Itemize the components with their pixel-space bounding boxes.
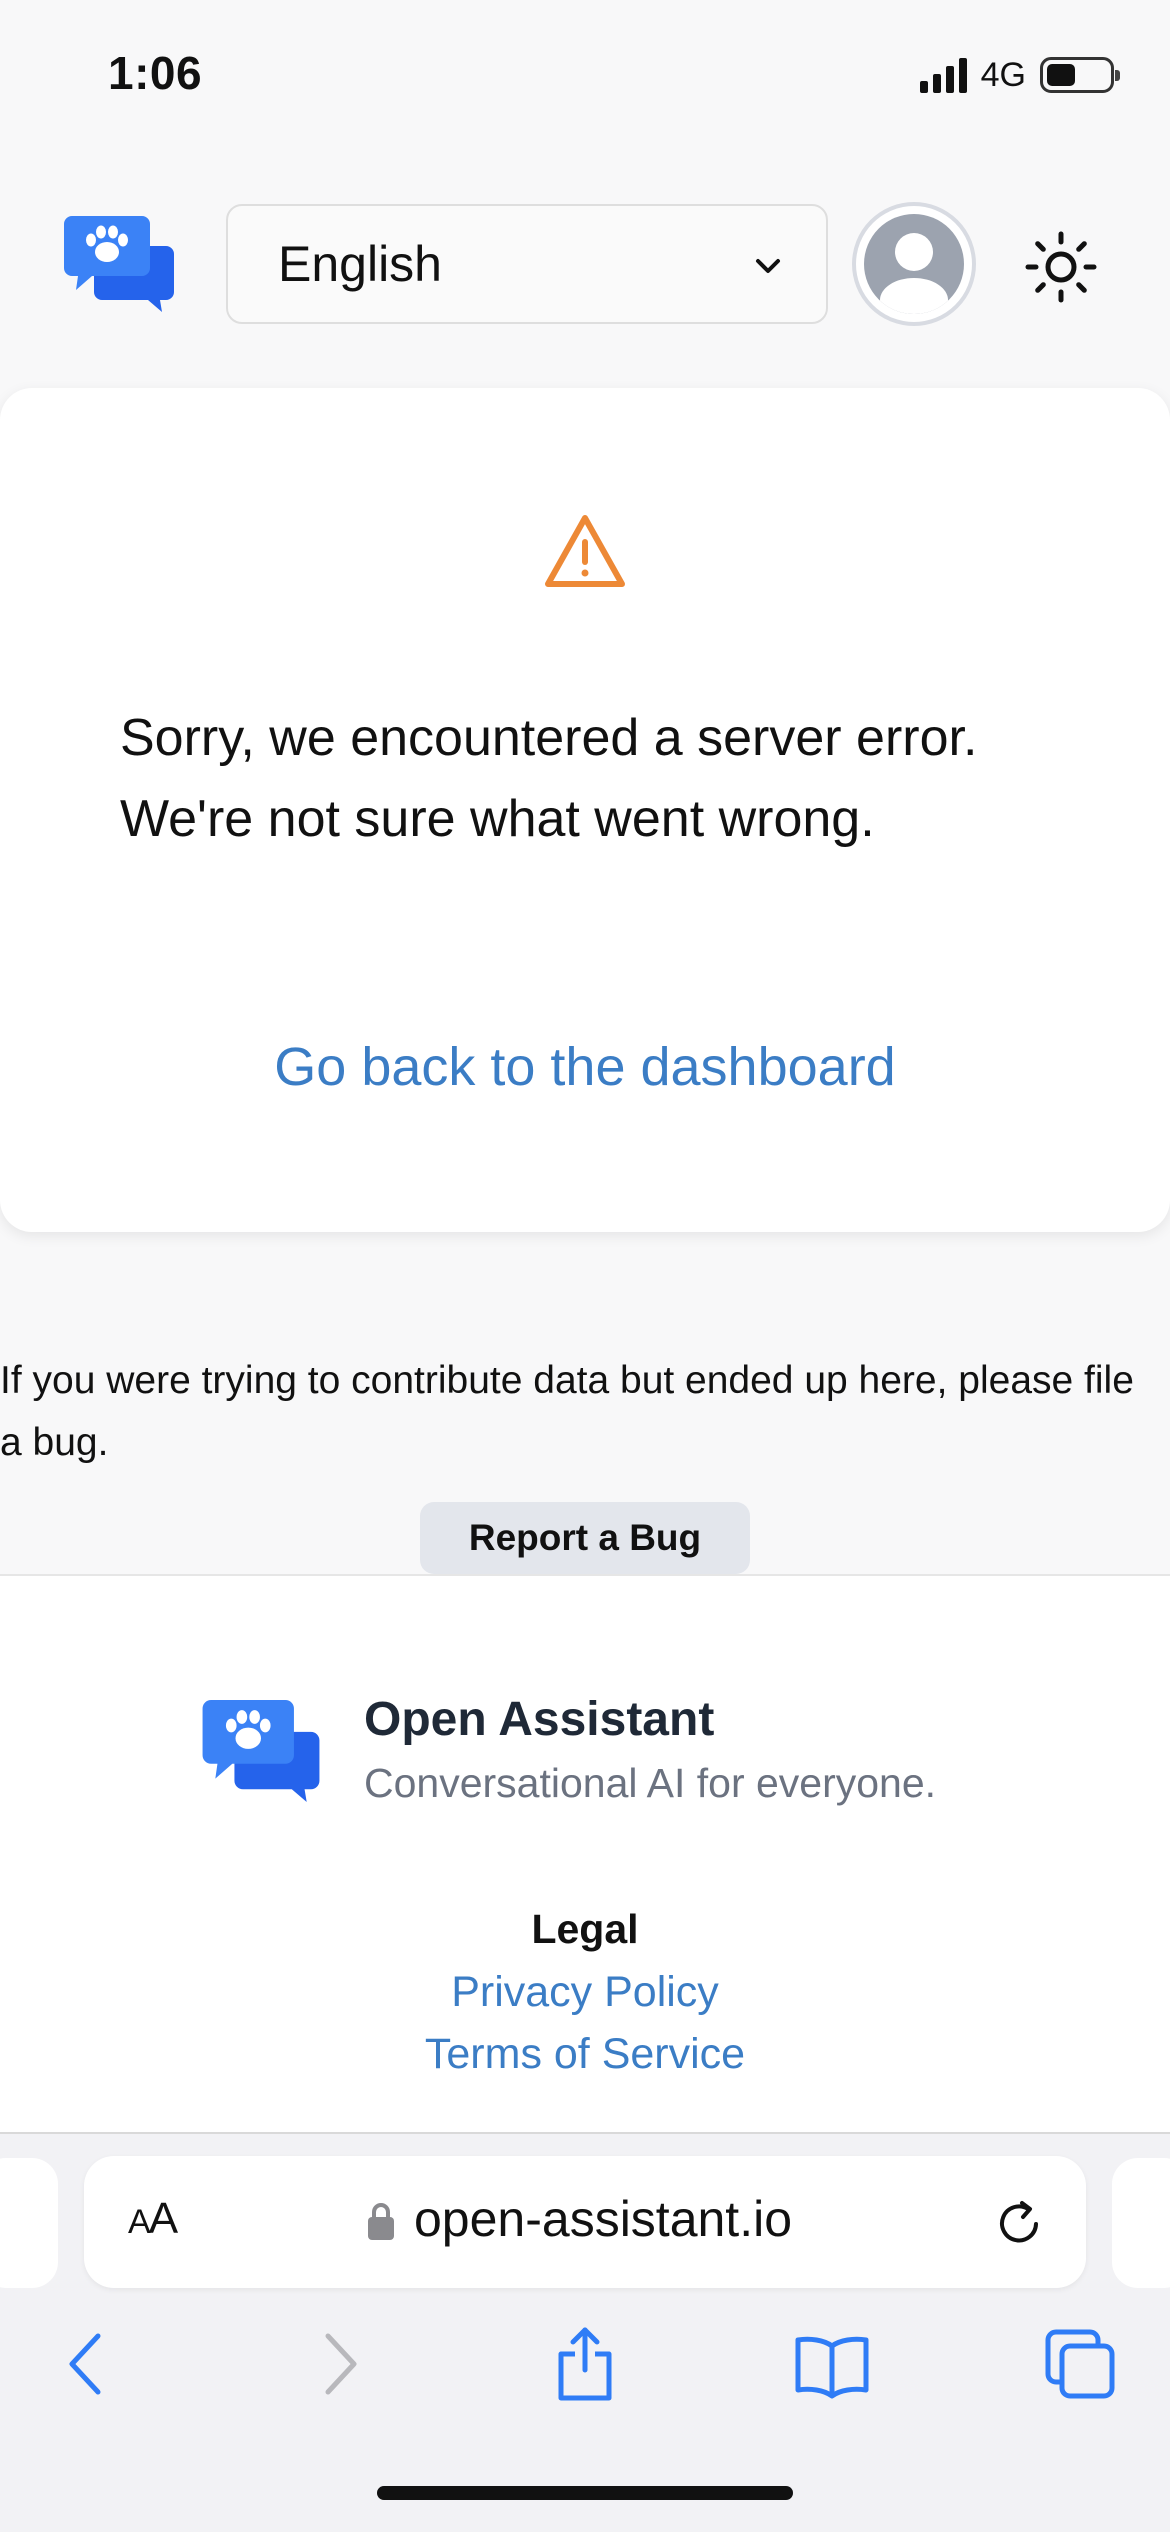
bookmarks-icon[interactable] [792, 2324, 872, 2404]
lock-icon [368, 2203, 394, 2240]
text-size-button[interactable]: AA [128, 2194, 178, 2244]
page: 1:06 4G English Sorry, we encountered a … [0, 0, 1170, 2532]
bug-report-text: If you were trying to contribute data bu… [0, 1359, 1134, 1464]
status-indicators: 4G [919, 52, 1120, 98]
forward-icon[interactable] [298, 2324, 378, 2404]
dashboard-link[interactable]: Go back to the dashboard [0, 1036, 1170, 1098]
error-message: Sorry, we encountered a server error. We… [120, 709, 978, 848]
error-card: Sorry, we encountered a server error. We… [0, 388, 1170, 1232]
user-avatar-icon [864, 214, 964, 314]
address-bar[interactable]: AA open-assistant.io [84, 2156, 1086, 2288]
next-tab-preview[interactable] [1112, 2158, 1170, 2288]
footer-title: Open Assistant [364, 1693, 715, 1746]
share-icon[interactable] [545, 2324, 625, 2404]
reload-icon[interactable] [992, 2194, 1048, 2250]
tabs-icon[interactable] [1040, 2324, 1120, 2404]
footer-tagline: Conversational AI for everyone. [364, 1760, 937, 1806]
privacy-policy-link[interactable]: Privacy Policy [0, 1968, 1170, 2017]
network-label: 4G [980, 55, 1026, 94]
footer: Open Assistant Conversational AI for eve… [0, 1576, 1170, 2132]
back-icon[interactable] [48, 2324, 128, 2404]
signal-icon [919, 57, 967, 93]
previous-tab-preview[interactable] [0, 2158, 58, 2288]
battery-fill [1047, 64, 1075, 86]
open-assistant-logo-icon[interactable] [202, 1700, 320, 1802]
terms-of-service-link[interactable]: Terms of Service [0, 2030, 1170, 2079]
report-bug-button[interactable]: Report a Bug [420, 1502, 750, 1574]
app-header: English [0, 150, 1170, 386]
status-bar: 1:06 4G [0, 0, 1170, 150]
browser-toolbar: AA open-assistant.io [0, 2134, 1170, 2532]
home-indicator [377, 2486, 793, 2500]
battery-icon [1040, 57, 1120, 93]
warning-triangle-icon [545, 515, 625, 587]
user-avatar-button[interactable] [852, 202, 976, 326]
language-select-value: English [278, 236, 442, 292]
sun-icon[interactable] [1024, 230, 1098, 304]
legal-heading: Legal [531, 1906, 639, 1952]
language-select[interactable]: English [226, 204, 828, 324]
open-assistant-logo-icon[interactable] [64, 216, 174, 312]
status-time: 1:06 [108, 47, 203, 99]
chevron-down-icon [756, 259, 780, 273]
url-text: open-assistant.io [414, 2191, 793, 2247]
